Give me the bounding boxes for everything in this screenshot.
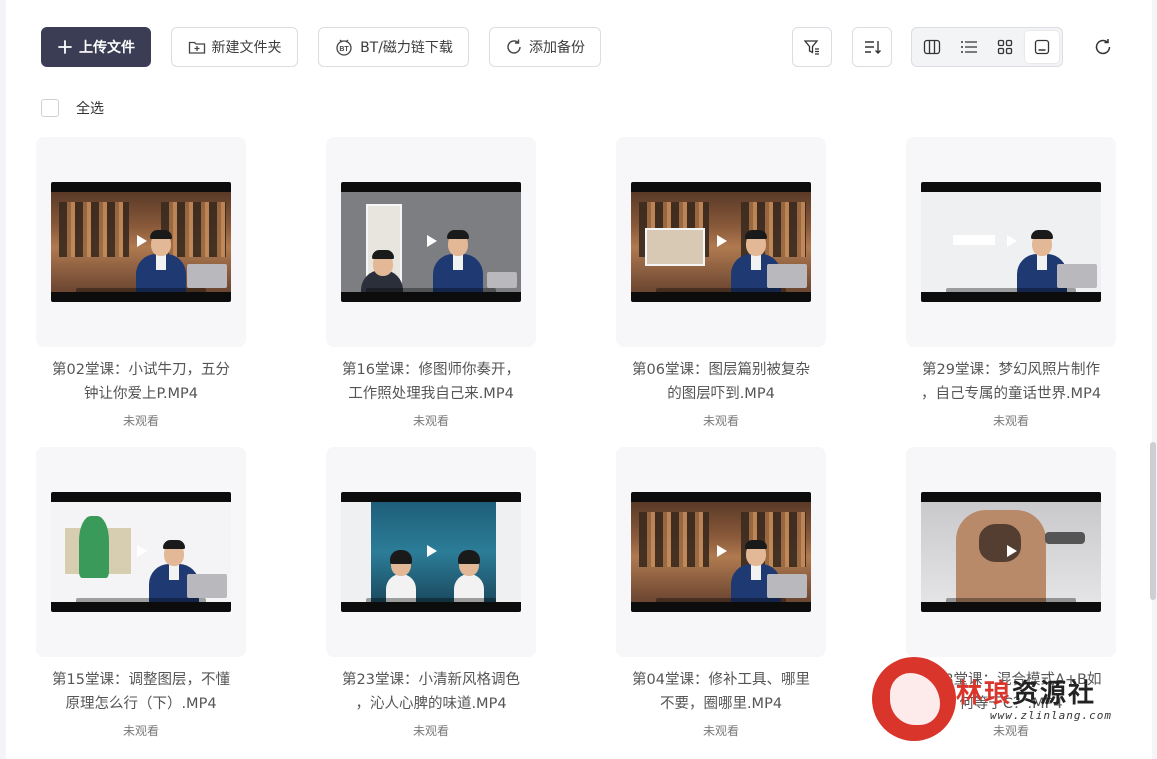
columns-icon [924,39,941,55]
bt-download-label: BT/磁力链下载 [360,40,453,56]
select-all-row: 全选 [41,98,104,118]
sync-icon [507,39,521,54]
scrollbar-thumb[interactable] [1150,442,1156,600]
upload-file-button[interactable]: 上传文件 [41,27,151,67]
select-all-label[interactable]: 全选 [76,98,104,118]
video-preview [51,492,231,612]
video-preview [631,182,811,302]
watermark-title: 林琅资源社 [956,679,1097,709]
plus-icon [58,40,72,54]
new-folder-button[interactable]: 新建文件夹 [171,27,298,67]
view-columns-option[interactable] [915,31,950,63]
upload-file-label: 上传文件 [79,40,135,56]
refresh-button[interactable] [1091,35,1115,59]
add-backup-label: 添加备份 [529,40,585,56]
file-name[interactable]: 第23堂课：小清新风格调色 ，沁人心脾的味道.MP4 [326,668,536,716]
play-icon [137,235,147,247]
file-name[interactable]: 第16堂课：修图师你奏开， 工作照处理我自己来.MP4 [326,358,536,406]
file-thumbnail[interactable] [616,447,826,657]
video-preview [341,492,521,612]
play-icon [427,545,437,557]
play-icon [137,545,147,557]
list-icon [960,41,977,53]
file-card[interactable]: 第23堂课：小清新风格调色 ，沁人心脾的味道.MP4 未观看 [326,447,536,747]
file-card[interactable]: 第29堂课：梦幻风照片制作 ，自己专属的童话世界.MP4 未观看 [906,137,1116,437]
toolbar: 上传文件 新建文件夹 BT BT/磁力链下载 添加备份 [0,0,1157,90]
watch-status: 未观看 [122,724,159,738]
folder-plus-icon [188,41,205,54]
file-thumbnail[interactable] [326,137,536,347]
new-folder-label: 新建文件夹 [211,40,282,56]
watermark-logo-icon [872,657,956,741]
sort-icon [865,41,881,54]
file-card[interactable]: 第04堂课：修补工具、哪里 不要，圈哪里.MP4 未观看 [616,447,826,747]
view-grid-option[interactable] [988,31,1023,63]
play-icon [1007,235,1017,247]
file-thumbnail[interactable] [906,447,1116,657]
watch-status: 未观看 [702,414,739,428]
file-name[interactable]: 第29堂课：梦幻风照片制作 ，自己专属的童话世界.MP4 [906,358,1116,406]
play-icon [717,545,727,557]
video-preview [51,182,231,302]
thumbnail-icon [1034,39,1049,55]
play-icon [1007,545,1017,557]
watch-status: 未观看 [702,724,739,738]
watermark-url: www.zlinlang.com [990,709,1112,722]
watch-status: 未观看 [992,414,1029,428]
filter-button[interactable] [792,27,832,67]
play-icon [717,235,727,247]
refresh-icon [1095,39,1111,55]
scroll-track[interactable] [1152,0,1157,759]
file-card[interactable]: 第16堂课：修图师你奏开， 工作照处理我自己来.MP4 未观看 [326,137,536,437]
file-thumbnail[interactable] [906,137,1116,347]
bt-icon: BT [336,39,352,56]
left-edge [0,0,6,759]
select-all-checkbox[interactable] [41,99,59,117]
view-mode-switcher [911,27,1063,67]
file-thumbnail[interactable] [36,137,246,347]
view-list-option[interactable] [952,31,987,63]
file-thumbnail[interactable] [616,137,826,347]
bt-magnet-download-button[interactable]: BT BT/磁力链下载 [318,27,469,67]
grid-icon [998,39,1013,55]
file-card[interactable]: 第02堂课：小试牛刀，五分 钟让你爱上P.MP4 未观看 [36,137,246,437]
video-preview [921,492,1101,612]
file-name[interactable]: 第15堂课：调整图层，不懂 原理怎么行（下）.MP4 [36,668,246,716]
file-card[interactable]: 第15堂课：调整图层，不懂 原理怎么行（下）.MP4 未观看 [36,447,246,747]
view-thumbnail-option[interactable] [1024,31,1059,63]
file-name[interactable]: 第06堂课：图层篇别被复杂 的图层吓到.MP4 [616,358,826,406]
file-thumbnail[interactable] [36,447,246,657]
svg-text:BT: BT [339,46,349,53]
watch-status: 未观看 [412,414,449,428]
sort-button[interactable] [852,27,892,67]
watch-status: 未观看 [412,724,449,738]
file-card[interactable]: 第06堂课：图层篇别被复杂 的图层吓到.MP4 未观看 [616,137,826,437]
play-icon [427,235,437,247]
video-preview [341,182,521,302]
file-name[interactable]: 第02堂课：小试牛刀，五分 钟让你爱上P.MP4 [36,358,246,406]
video-preview [921,182,1101,302]
file-name[interactable]: 第04堂课：修补工具、哪里 不要，圈哪里.MP4 [616,668,826,716]
filter-icon [803,40,819,55]
watch-status: 未观看 [122,414,159,428]
video-preview [631,492,811,612]
file-thumbnail[interactable] [326,447,536,657]
add-backup-button[interactable]: 添加备份 [489,27,601,67]
watermark: 林琅资源社 www.zlinlang.com [870,655,1140,745]
